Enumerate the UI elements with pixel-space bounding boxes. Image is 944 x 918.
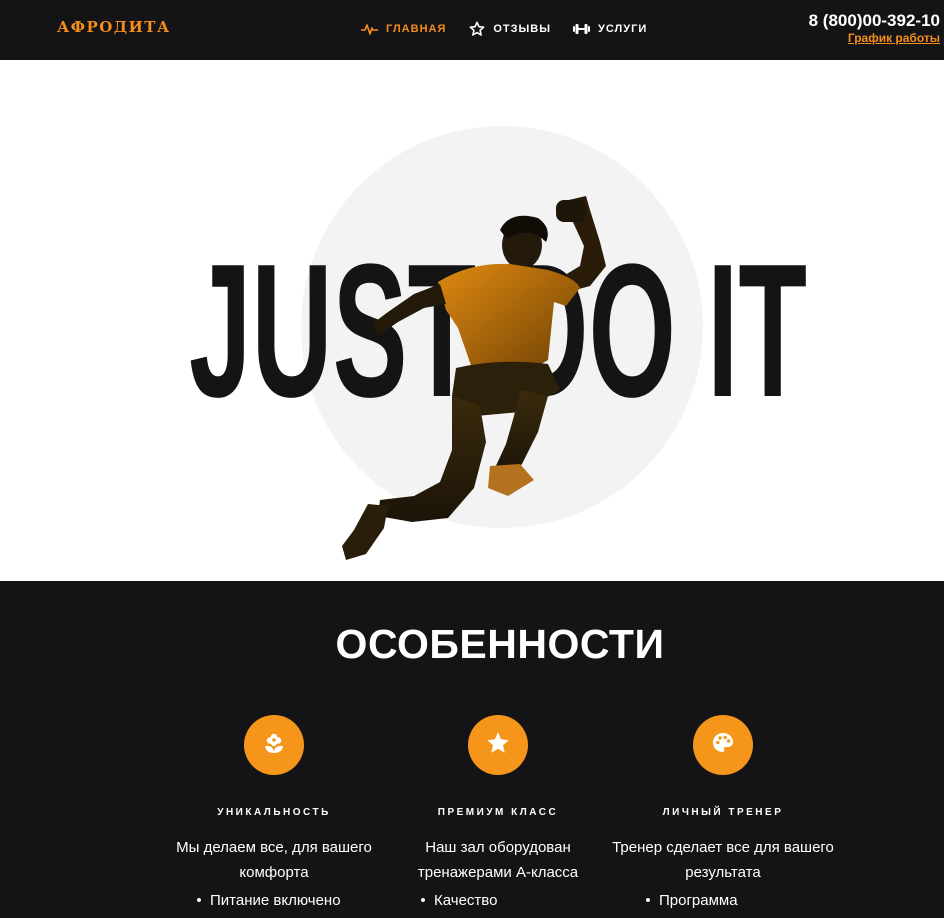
feature-icon-circle [693, 715, 753, 775]
nav-label-home: ГЛАВНАЯ [386, 22, 447, 35]
feature-description: Наш зал оборудован тренажерами А-класса [417, 839, 579, 881]
star-icon [485, 730, 511, 761]
nav-item-services[interactable]: УСЛУГИ [573, 20, 647, 37]
star-outline-icon [468, 20, 485, 37]
feature-bullets: Качество [383, 891, 613, 911]
feature-bullets: Программа [608, 891, 838, 911]
dumbbell-icon [573, 20, 591, 37]
nav-label-services: УСЛУГИ [598, 22, 648, 35]
features-title: ОСОБЕННОСТИ [335, 621, 665, 667]
palette-icon [711, 731, 735, 760]
feature-title: ПРЕМИУМ КЛАСС [437, 807, 559, 818]
feature-card-uniqueness: УНИКАЛЬНОСТЬ Мы делаем все, для вашего к… [159, 715, 389, 911]
nav-item-reviews[interactable]: ОТЗЫВЫ [468, 20, 551, 37]
feature-description: Тренер сделает все для вашего результата [612, 839, 834, 881]
feature-card-trainer: ЛИЧНЫЙ ТРЕНЕР Тренер сделает все для ваш… [608, 715, 838, 911]
phone-number[interactable]: 8 (800)00-392-10 [809, 11, 940, 31]
logo[interactable]: АФРОДИТА [57, 18, 171, 36]
jumping-athlete-image [342, 196, 606, 560]
contacts: 8 (800)00-392-10 График работы [809, 11, 940, 46]
features-section: ОСОБЕННОСТИ УНИКАЛЬНОСТЬ Мы делаем все, … [0, 581, 944, 918]
pulse-icon [361, 20, 378, 37]
feature-card-premium: ПРЕМИУМ КЛАСС Наш зал оборудован тренаже… [383, 715, 613, 911]
hero-section: JUST DO IT [0, 60, 944, 581]
flower-icon [262, 731, 286, 760]
feature-bullet: Программа [637, 891, 838, 911]
feature-bullet: Качество [412, 891, 613, 911]
schedule-link[interactable]: График работы [809, 31, 940, 46]
feature-icon-circle [244, 715, 304, 775]
nav-item-home[interactable]: ГЛАВНАЯ [361, 20, 446, 37]
feature-title: ЛИЧНЫЙ ТРЕНЕР [662, 807, 784, 818]
feature-bullets: Питание включено [159, 891, 389, 911]
main-nav: ГЛАВНАЯ ОТЗЫВЫ УСЛУГИ [361, 20, 669, 37]
feature-bullet: Питание включено [188, 891, 389, 911]
feature-icon-circle [468, 715, 528, 775]
feature-description: Мы делаем все, для вашего комфорта [176, 839, 372, 881]
nav-label-reviews: ОТЗЫВЫ [493, 22, 552, 35]
feature-title: УНИКАЛЬНОСТЬ [217, 807, 331, 818]
site-header: АФРОДИТА ГЛАВНАЯ ОТЗЫВЫ УСЛУГИ 8 (800)00… [0, 0, 944, 60]
